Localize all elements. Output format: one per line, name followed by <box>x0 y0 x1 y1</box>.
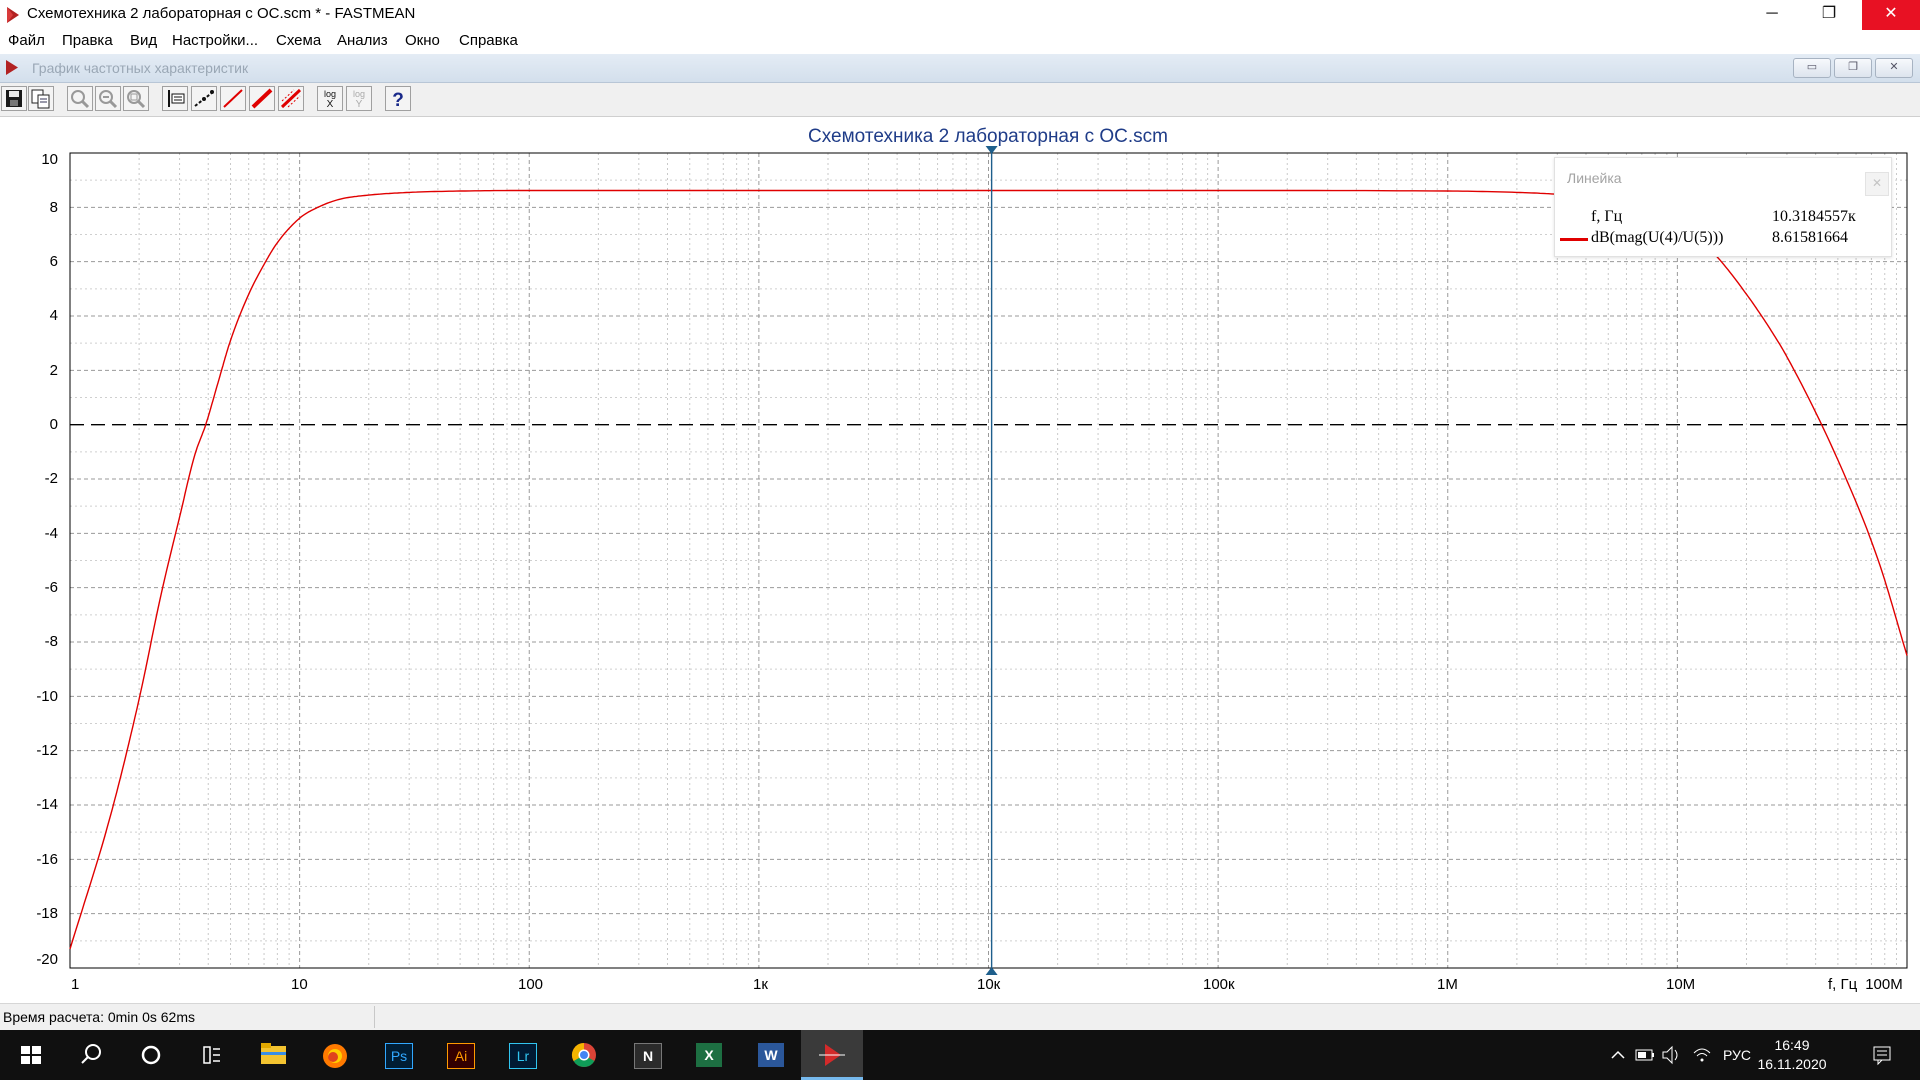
wifi-icon <box>1693 1048 1711 1062</box>
y-tick-label: 4 <box>49 307 58 324</box>
taskbar-illustrator[interactable]: Ai <box>428 1030 490 1080</box>
x-axis-label-group: f, Гц 100M <box>1828 976 1903 993</box>
taskbar: Ps Ai Lr N X W РУС 16:49 16.11.2020 <box>0 1030 1920 1080</box>
tray-overflow-button[interactable] <box>1606 1030 1630 1080</box>
taskbar-firefox[interactable] <box>304 1030 366 1080</box>
x-tick-label: 100 <box>518 976 544 993</box>
y-tick-label: 0 <box>49 416 58 433</box>
cortana-icon <box>141 1045 161 1065</box>
y-tick-label: -16 <box>36 851 58 868</box>
y-tick-label: -14 <box>36 796 58 813</box>
ruler-freq-label: f, Гц <box>1591 208 1623 225</box>
network-tray-icon[interactable] <box>1690 1030 1714 1080</box>
status-divider <box>374 1006 375 1028</box>
taskbar-word[interactable]: W <box>739 1030 801 1080</box>
y-tick-label: -4 <box>44 525 58 542</box>
series-color-swatch <box>1560 238 1588 241</box>
x-tick-label: 100к <box>1203 976 1235 993</box>
y-tick-label: -2 <box>44 470 58 487</box>
taskbar-clock[interactable]: 16:49 16.11.2020 <box>1746 1036 1838 1074</box>
illustrator-icon: Ai <box>447 1043 475 1069</box>
y-tick-label: -12 <box>36 742 58 759</box>
status-bar: Время расчета: 0min 0s 62ms <box>0 1003 1920 1030</box>
y-tick-label: 8 <box>49 199 58 216</box>
y-tick-label: -6 <box>44 579 58 596</box>
windows-start-icon <box>21 1046 41 1064</box>
ruler-title: Линейка <box>1567 170 1622 186</box>
chevron-up-icon <box>1611 1050 1625 1059</box>
x-axis-label: f, Гц <box>1828 976 1858 993</box>
battery-icon <box>1635 1049 1654 1061</box>
speaker-icon <box>1662 1045 1678 1065</box>
y-tick-label: -20 <box>36 951 58 968</box>
taskbar-explorer[interactable] <box>242 1030 304 1080</box>
lightroom-icon: Lr <box>509 1043 537 1069</box>
taskbar-fastmean-active[interactable] <box>801 1030 863 1080</box>
x-tick-label: 1к <box>753 976 768 993</box>
x-tick-label: 100M <box>1865 976 1903 993</box>
y-tick-label: 2 <box>49 362 58 379</box>
x-tick-label: 1M <box>1437 976 1458 993</box>
notification-icon <box>1873 1046 1891 1066</box>
ruler-freq-value: 10.3184557к <box>1772 208 1856 225</box>
volume-tray-icon[interactable] <box>1660 1030 1684 1080</box>
y-tick-label: -18 <box>36 905 58 922</box>
firefox-icon <box>323 1044 347 1068</box>
taskbar-lightroom[interactable]: Lr <box>490 1030 552 1080</box>
taskbar-notion[interactable]: N <box>615 1030 677 1080</box>
chrome-icon <box>571 1043 596 1068</box>
fastmean-icon <box>819 1044 845 1066</box>
search-button[interactable] <box>60 1030 122 1080</box>
start-button[interactable] <box>0 1030 62 1080</box>
taskbar-photoshop[interactable]: Ps <box>366 1030 428 1080</box>
taskbar-excel[interactable]: X <box>677 1030 739 1080</box>
x-tick-label: 1 <box>71 976 80 993</box>
file-explorer-icon <box>261 1043 286 1064</box>
frequency-response-plot[interactable] <box>0 0 1920 1003</box>
y-tick-label: -8 <box>44 633 58 650</box>
battery-tray-icon[interactable] <box>1634 1030 1656 1080</box>
y-tick-label: -10 <box>36 688 58 705</box>
clock-date: 16.11.2020 <box>1757 1056 1827 1072</box>
cortana-button[interactable] <box>120 1030 182 1080</box>
x-tick-label: 10 <box>291 976 308 993</box>
notion-icon: N <box>634 1043 662 1069</box>
excel-icon: X <box>696 1043 722 1067</box>
ruler-series-label: dB(mag(U(4)/U(5))) <box>1591 229 1724 246</box>
ruler-panel[interactable]: Линейка ✕ f, Гц 10.3184557к dB(mag(U(4)/… <box>1554 157 1892 257</box>
clock-time: 16:49 <box>1774 1037 1810 1053</box>
x-tick-label: 10M <box>1666 976 1696 993</box>
taskbar-chrome[interactable] <box>553 1030 615 1080</box>
photoshop-icon: Ps <box>385 1043 413 1069</box>
word-icon: W <box>758 1043 784 1067</box>
search-icon <box>81 1044 101 1064</box>
notifications-button[interactable] <box>1862 1030 1902 1080</box>
y-tick-label: 6 <box>49 253 58 270</box>
x-tick-label: 10к <box>977 976 1001 993</box>
task-view-icon <box>203 1046 220 1064</box>
ruler-series-value: 8.61581664 <box>1772 229 1848 246</box>
ruler-close-button[interactable]: ✕ <box>1865 172 1889 196</box>
y-tick-label: 10 <box>41 151 58 168</box>
calc-time-status: Время расчета: 0min 0s 62ms <box>3 1009 196 1025</box>
task-view-button[interactable] <box>180 1030 242 1080</box>
